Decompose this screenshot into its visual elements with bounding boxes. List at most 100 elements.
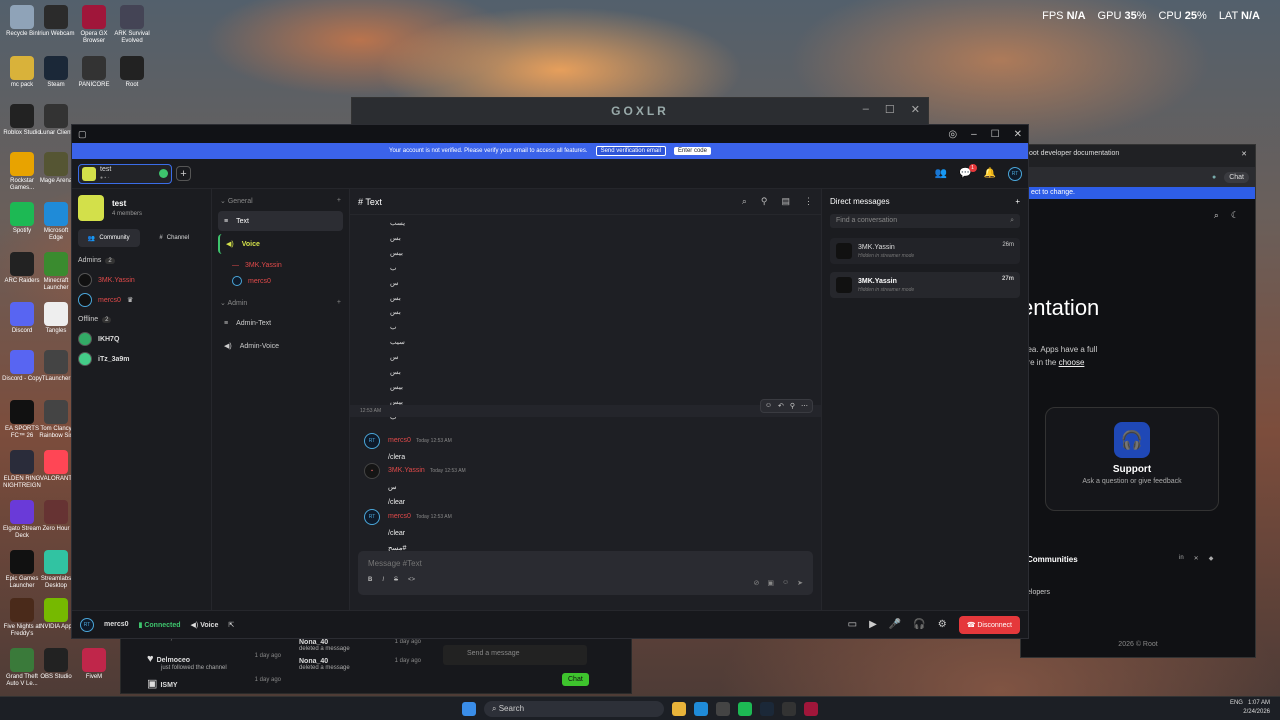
- root-app-window[interactable]: ▢ ◎ – ☐ ✕ Your account is not verified. Ple…: [71, 124, 1029, 639]
- desktop-icon[interactable]: Lunar Client: [36, 104, 76, 137]
- minimize-icon[interactable]: –: [971, 129, 977, 140]
- desktop-icon[interactable]: FiveM: [74, 648, 114, 681]
- theme-toggle-icon[interactable]: ☾: [1231, 210, 1239, 221]
- more-icon[interactable]: ⋯: [801, 402, 808, 410]
- close-icon[interactable]: ✕: [1014, 129, 1022, 140]
- send-verification-button[interactable]: Send verification email: [595, 146, 666, 156]
- category-general[interactable]: ⌄ General +: [220, 197, 341, 205]
- maximize-icon[interactable]: ☐: [885, 103, 895, 116]
- strike-icon[interactable]: S: [394, 577, 398, 583]
- popout-icon[interactable]: ⇱: [228, 621, 234, 629]
- channel-text[interactable]: ≡ Text: [218, 211, 343, 231]
- desktop-icon[interactable]: Iriun Webcam: [36, 5, 76, 38]
- channel-admin-voice[interactable]: ◀) Admin-Voice: [218, 336, 343, 356]
- desktop-icon[interactable]: VALORANT: [36, 450, 76, 483]
- developers-link[interactable]: elopers: [1027, 589, 1050, 596]
- edge-icon[interactable]: [694, 701, 708, 716]
- browser-tab[interactable]: oot developer documentation ✕: [1021, 145, 1255, 167]
- message[interactable]: RT mercs0 Today 12:53 AM /clera: [364, 433, 452, 465]
- pin-icon[interactable]: ⚲: [761, 196, 768, 207]
- maximize-icon[interactable]: ☐: [991, 129, 1000, 140]
- desktop-icon[interactable]: TLauncher: [36, 350, 76, 383]
- italic-icon[interactable]: I: [382, 577, 384, 583]
- desktop-icon[interactable]: Minecraft Launcher: [36, 252, 76, 292]
- friends-icon[interactable]: 👥: [935, 168, 947, 179]
- desktop-icon[interactable]: Opera GX Browser: [74, 5, 114, 45]
- code-icon[interactable]: <>: [408, 577, 415, 583]
- send-icon[interactable]: ➤: [797, 579, 803, 587]
- gif-icon[interactable]: ▣: [767, 579, 774, 587]
- react-icon[interactable]: ☺: [765, 402, 772, 410]
- user-avatar[interactable]: RT: [1008, 166, 1022, 181]
- opera-icon[interactable]: [804, 701, 818, 716]
- root-icon[interactable]: [782, 701, 796, 716]
- more-icon[interactable]: ⋮: [804, 196, 813, 207]
- bold-icon[interactable]: B: [368, 577, 372, 583]
- message-input[interactable]: [368, 559, 803, 568]
- choose-link[interactable]: choose: [1059, 358, 1085, 367]
- message[interactable]: RT mercs0 Today 12:53 AM /clear مسح#: [364, 509, 452, 556]
- screen-share-icon[interactable]: ▭: [848, 619, 857, 630]
- browser-window[interactable]: oot developer documentation ✕ ● Chat ect …: [1020, 144, 1256, 658]
- close-icon[interactable]: ✕: [911, 103, 920, 116]
- desktop-icon[interactable]: Microsoft Edge: [36, 202, 76, 242]
- desktop-icon[interactable]: Tangles: [36, 302, 76, 335]
- system-tray[interactable]: ENG 1:07 AM 2/24/2026: [1230, 699, 1270, 717]
- dm-item[interactable]: 3MK.Yassin Hidden in streamer mode 26m: [830, 238, 1020, 264]
- taskbar-search[interactable]: ⌕ Search: [484, 700, 664, 717]
- headphones-icon[interactable]: 🎧: [913, 619, 925, 630]
- disconnect-button[interactable]: ☎ Disconnect: [958, 615, 1020, 634]
- new-dm-icon[interactable]: +: [1015, 197, 1020, 206]
- x-icon[interactable]: ✕: [1194, 555, 1199, 562]
- dm-item[interactable]: 3MK.Yassin Hidden in streamer mode 27m: [830, 272, 1020, 298]
- desktop-icon[interactable]: Mage Arena: [36, 152, 76, 185]
- desktop-icon[interactable]: Zero Hour: [36, 500, 76, 533]
- settings-icon[interactable]: ⚙: [938, 619, 947, 630]
- category-admin[interactable]: ⌄ Admin +: [220, 299, 341, 307]
- reply-icon[interactable]: ↶: [778, 402, 784, 410]
- minimize-icon[interactable]: –: [863, 103, 869, 116]
- pin-icon[interactable]: ⚲: [790, 402, 795, 410]
- desktop-icon[interactable]: PANICORE: [74, 56, 114, 89]
- desktop-icon[interactable]: Tom Clancy Rainbow Six: [36, 400, 76, 440]
- linkedin-icon[interactable]: in: [1179, 555, 1184, 562]
- feedback-icon[interactable]: ◎: [948, 129, 957, 140]
- enter-code-button[interactable]: Enter code: [673, 147, 711, 155]
- voice-user[interactable]: mercs0: [218, 273, 343, 289]
- channel-voice[interactable]: ◀) Voice: [218, 234, 343, 254]
- tab-channel[interactable]: # Channel: [144, 229, 206, 247]
- attach-icon[interactable]: ⊘: [753, 579, 759, 587]
- member-item[interactable]: iTz_3a9m: [78, 349, 205, 369]
- messages-icon[interactable]: 💬 1: [959, 164, 977, 179]
- desktop-icon[interactable]: Root: [112, 56, 152, 89]
- chat-button[interactable]: Chat: [1224, 171, 1249, 183]
- steam-icon[interactable]: [760, 701, 774, 716]
- hovered-message-row[interactable]: 12:53 AM ☺ ↶ ⚲ ⋯: [350, 399, 821, 417]
- message-composer[interactable]: B I S <> ⊘ ▣ ☺ ➤: [358, 551, 813, 595]
- desktop-icon[interactable]: NVIDIA App: [36, 598, 76, 631]
- member-item[interactable]: IKH7Q: [78, 329, 205, 349]
- files-icon[interactable]: ▤: [781, 196, 790, 207]
- message[interactable]: ▪ 3MK.Yassin Today 12:53 AM س/clear: [364, 463, 466, 510]
- discord-icon[interactable]: ◆: [1209, 555, 1214, 562]
- space-chip-test[interactable]: test ● ▪ ◦: [78, 163, 172, 184]
- desktop-icon[interactable]: Steam: [36, 56, 76, 89]
- microphone-icon[interactable]: 🎤: [889, 619, 901, 630]
- store-icon[interactable]: [716, 701, 730, 716]
- channel-admin-text[interactable]: ≡ Admin-Text: [218, 313, 343, 333]
- dm-search-input[interactable]: Find a conversation ⌕: [830, 214, 1020, 228]
- desktop-icon[interactable]: Streamlabs Desktop: [36, 550, 76, 590]
- start-icon[interactable]: [462, 701, 476, 716]
- member-item[interactable]: mercs0 ♛: [78, 290, 205, 310]
- add-space-button[interactable]: +: [176, 166, 191, 181]
- voice-channel-label[interactable]: ◀) Voice: [191, 621, 219, 629]
- member-item[interactable]: 3MK.Yassin: [78, 270, 205, 290]
- user-avatar[interactable]: RT: [80, 617, 94, 632]
- bell-icon[interactable]: 🔔: [984, 168, 996, 179]
- voice-user[interactable]: — 3MK.Yassin: [218, 257, 343, 273]
- desktop-icon[interactable]: ARK Survival Evolved: [112, 5, 152, 45]
- desktop-icon[interactable]: OBS Studio: [36, 648, 76, 681]
- emoji-icon[interactable]: ☺: [782, 579, 789, 587]
- search-icon[interactable]: ⌕: [742, 196, 747, 207]
- support-card[interactable]: 🎧 Support Ask a question or give feedbac…: [1045, 407, 1219, 511]
